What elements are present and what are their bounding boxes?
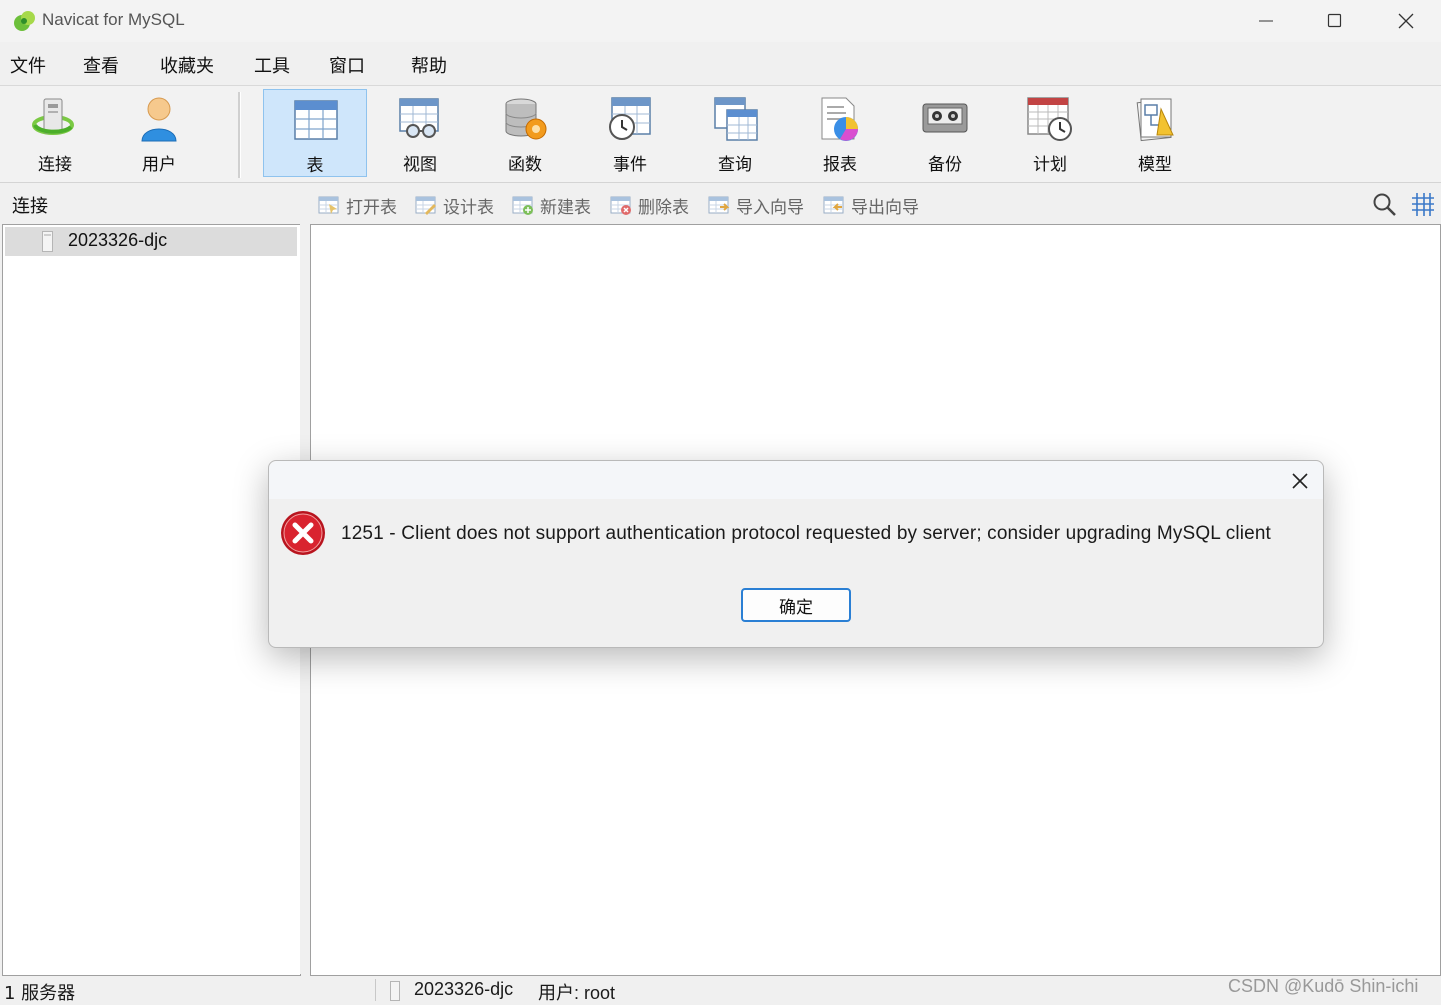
connection-panel-header: 连接 (12, 196, 48, 217)
delete-table-label: 删除表 (638, 197, 689, 218)
toolbar-view-label: 视图 (403, 155, 437, 175)
new-table-label: 新建表 (540, 197, 591, 218)
status-separator (375, 979, 376, 1001)
toolbar-function-label: 函数 (508, 155, 542, 175)
toolbar-model-label: 模型 (1138, 155, 1172, 175)
design-table-icon (415, 196, 436, 215)
close-icon (1398, 13, 1414, 29)
menu-file[interactable]: 文件 (10, 52, 46, 78)
new-table-button[interactable]: 新建表 (512, 193, 591, 218)
error-icon (281, 511, 325, 555)
report-icon (821, 97, 858, 141)
schedule-icon (1027, 97, 1072, 141)
table-icon (294, 100, 338, 140)
toolbar-table-label: 表 (306, 156, 324, 176)
toolbar-backup-button[interactable]: 备份 (893, 89, 997, 177)
toolbar-event-button[interactable]: 事件 (578, 89, 682, 177)
menu-bar: 文件 查看 收藏夹 工具 窗口 帮助 (0, 42, 1441, 86)
import-wizard-icon (708, 196, 730, 214)
dialog-close-button[interactable] (1285, 467, 1315, 495)
toolbar-function-button[interactable]: 函数 (473, 89, 577, 177)
new-table-icon (512, 196, 533, 215)
design-table-label: 设计表 (443, 197, 494, 218)
toolbar-connect-label: 连接 (38, 155, 72, 175)
status-server-count: 1 服务器 (4, 983, 76, 1004)
toolbar-event-label: 事件 (613, 155, 647, 175)
error-message: 1251 - Client does not support authentic… (341, 523, 1271, 544)
connection-tree-panel (2, 224, 301, 976)
minimize-icon (1259, 20, 1273, 22)
design-table-button[interactable]: 设计表 (415, 193, 494, 218)
maximize-icon (1327, 13, 1342, 28)
dialog-title-bar (269, 461, 1323, 499)
minimize-button[interactable] (1231, 0, 1301, 42)
window-title: Navicat for MySQL (42, 10, 185, 29)
toolbar-query-button[interactable]: 查询 (683, 89, 787, 177)
export-wizard-button[interactable]: 导出向导 (823, 193, 919, 218)
toolbar-connect-button[interactable]: 连接 (3, 89, 107, 177)
menu-favorites[interactable]: 收藏夹 (160, 52, 214, 78)
server-status-icon (390, 981, 400, 1001)
main-toolbar: 连接 用户 表 视图 函数 事件 查询 报表 备份 计划 模型 (0, 86, 1441, 183)
grid-view-icon[interactable] (1410, 192, 1436, 218)
menu-window[interactable]: 窗口 (329, 52, 365, 78)
toolbar-view-button[interactable]: 视图 (368, 89, 472, 177)
open-table-button[interactable]: 打开表 (318, 193, 397, 218)
close-button[interactable] (1371, 0, 1441, 42)
export-wizard-icon (823, 196, 844, 214)
delete-table-button[interactable]: 删除表 (610, 193, 689, 218)
toolbar-separator (238, 92, 241, 178)
function-icon (505, 98, 547, 140)
backup-icon (922, 103, 968, 133)
view-icon (399, 98, 439, 138)
search-icon[interactable] (1372, 192, 1398, 218)
open-table-icon (318, 196, 339, 214)
connection-tree-item-label: 2023326-djc (68, 230, 168, 250)
import-wizard-label: 导入向导 (736, 197, 804, 218)
status-bar (0, 976, 1441, 1004)
maximize-button[interactable] (1300, 0, 1370, 42)
menu-tools[interactable]: 工具 (254, 52, 290, 78)
delete-table-icon (610, 196, 631, 215)
menu-view[interactable]: 查看 (83, 52, 119, 78)
toolbar-user-label: 用户 (142, 155, 176, 175)
user-icon (141, 97, 177, 142)
toolbar-report-button[interactable]: 报表 (788, 89, 892, 177)
toolbar-backup-label: 备份 (928, 155, 962, 175)
server-icon (42, 231, 53, 252)
status-connection: 2023326-djc (414, 979, 514, 999)
connect-icon (32, 98, 74, 135)
menu-help[interactable]: 帮助 (411, 52, 447, 78)
toolbar-schedule-label: 计划 (1033, 155, 1067, 175)
import-wizard-button[interactable]: 导入向导 (708, 193, 804, 218)
toolbar-report-label: 报表 (823, 155, 857, 175)
toolbar-user-button[interactable]: 用户 (107, 89, 211, 177)
open-table-label: 打开表 (346, 197, 397, 218)
toolbar-query-label: 查询 (718, 155, 752, 175)
title-bar (0, 0, 1441, 42)
ok-button[interactable]: 确定 (741, 588, 851, 622)
error-dialog: 1251 - Client does not support authentic… (268, 460, 1324, 648)
toolbar-table-button[interactable]: 表 (263, 89, 367, 177)
status-user: 用户: root (538, 983, 616, 1003)
model-icon (1136, 98, 1174, 142)
export-wizard-label: 导出向导 (851, 197, 919, 218)
toolbar-model-button[interactable]: 模型 (1103, 89, 1207, 177)
watermark: CSDN @Kudō Shin-ichi (1228, 976, 1419, 996)
navicat-logo-icon (14, 11, 35, 31)
event-icon (609, 97, 651, 140)
close-icon (1292, 473, 1308, 489)
query-icon (714, 97, 758, 141)
toolbar-schedule-button[interactable]: 计划 (998, 89, 1102, 177)
